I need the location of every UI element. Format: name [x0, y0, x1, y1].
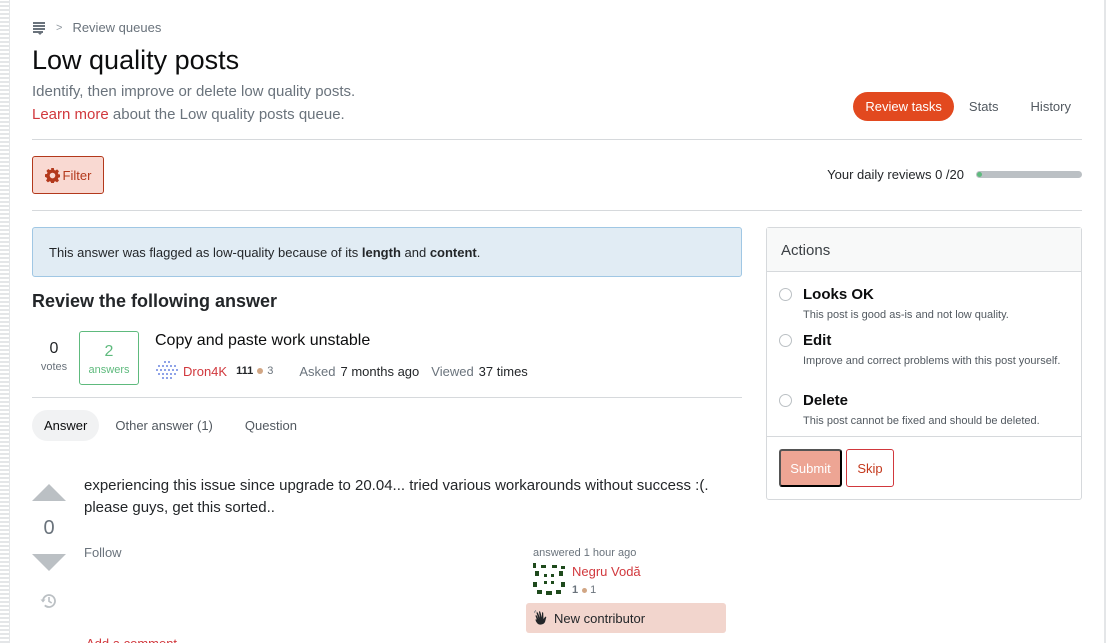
question-answer-count: 2 [104, 343, 114, 360]
daily-reviews-label: Your daily reviews [827, 167, 932, 182]
answer-author-bronze-count: 1 [590, 584, 597, 596]
add-comment-link[interactable]: Add a comment [86, 636, 177, 643]
action-looks-ok[interactable]: Looks OK This post is good as-is and not… [779, 286, 1073, 323]
tab-history[interactable]: History [1020, 92, 1082, 121]
learn-more-line: Learn more about the Low quality posts q… [32, 106, 345, 123]
notice-reason-length: length [361, 245, 401, 260]
delete-radio[interactable] [779, 394, 792, 407]
post-tabs: Answer Other answer (1) Question [32, 410, 309, 441]
edit-title: Edit [803, 332, 832, 349]
learn-more-link[interactable]: Learn more [32, 106, 109, 123]
tab-question[interactable]: Question [233, 410, 309, 441]
question-votes-label: votes [40, 361, 68, 373]
actions-panel: Actions Looks OK This post is good as-is… [766, 227, 1082, 500]
looks-ok-radio[interactable] [779, 288, 792, 301]
tab-answer[interactable]: Answer [32, 410, 100, 441]
tab-other-answer[interactable]: Other answer (1) [103, 410, 225, 441]
answer-user-card: answered 1 hour ago Negru Vodă 1 1 New c… [526, 547, 726, 633]
page-subtitle: Identify, then improve or delete low qua… [32, 83, 356, 100]
answer-body: experiencing this issue since upgrade to… [84, 477, 709, 516]
tab-review-tasks[interactable]: Review tasks [853, 92, 954, 121]
new-contributor-label: New contributor [554, 610, 646, 626]
question-author-reputation: 111 [236, 365, 254, 377]
breadcrumb: > Review queues [32, 20, 161, 35]
filter-button[interactable]: Filter [32, 156, 104, 194]
waving-hand-icon [534, 610, 547, 625]
asked-value: 7 months ago [340, 363, 420, 379]
answered-time: answered 1 hour ago [533, 547, 637, 559]
follow-button[interactable]: Follow [84, 545, 122, 560]
viewed-value: 37 times [478, 363, 528, 379]
question-meta: Dron4K 111 3 Asked 7 months ago Viewed 3… [155, 360, 540, 382]
user-avatar-dron4k[interactable] [155, 360, 179, 382]
answer-author-reputation: 1 [572, 584, 579, 596]
notice-text: This answer was flagged as low-quality b… [49, 245, 362, 260]
notice-text-suffix: . [476, 245, 481, 260]
question-author-bronze-count: 3 [267, 365, 274, 377]
filter-label: Filter [62, 167, 92, 183]
upvote-arrow-icon[interactable] [32, 484, 66, 501]
actions-divider [767, 436, 1081, 437]
looks-ok-desc: This post is good as-is and not low qual… [803, 309, 1009, 321]
looks-ok-title: Looks OK [803, 286, 874, 303]
question-summary: 0 votes 2 answers Copy and paste work un… [32, 330, 742, 398]
chevron-right-icon: > [56, 21, 63, 34]
question-vote-count: 0 [49, 340, 59, 357]
user-avatar-negru-voda[interactable] [533, 563, 565, 595]
action-edit[interactable]: Edit Improve and correct problems with t… [779, 332, 1073, 369]
question-answers-label: answers [88, 364, 130, 376]
review-heading: Review the following answer [32, 291, 278, 311]
page-title: Low quality posts [32, 45, 240, 75]
answer-vote-controls: 0 [32, 484, 66, 616]
question-title-link[interactable]: Copy and paste work unstable [155, 332, 370, 350]
left-sidebar-edge [0, 0, 10, 643]
action-delete[interactable]: Delete This post cannot be fixed and sho… [779, 392, 1073, 429]
answer-score: 0 [43, 517, 55, 539]
new-contributor-badge[interactable]: New contributor [526, 603, 726, 633]
flag-notice: This answer was flagged as low-quality b… [32, 227, 742, 277]
history-icon[interactable] [39, 591, 59, 611]
toolbar-divider [32, 210, 1082, 211]
answer-author-stats: 1 1 [572, 584, 641, 596]
stack-exchange-icon[interactable] [32, 21, 46, 35]
daily-reviews-count: 0 /20 [935, 167, 964, 182]
actions-title: Actions [767, 228, 1081, 272]
header-divider [32, 139, 1082, 140]
gear-icon [44, 167, 60, 183]
daily-reviews-progress [976, 171, 1082, 178]
delete-title: Delete [803, 392, 849, 409]
bronze-badge-icon [257, 368, 264, 374]
learn-more-text: about the Low quality posts queue. [108, 106, 345, 123]
downvote-arrow-icon[interactable] [32, 554, 66, 571]
question-votes: 0 votes [32, 340, 76, 373]
daily-reviews-progress-fill [977, 172, 982, 177]
asked-label: Asked [299, 363, 336, 379]
edit-radio[interactable] [779, 334, 792, 347]
skip-button[interactable]: Skip [846, 449, 894, 487]
notice-text-middle: and [400, 245, 430, 260]
daily-reviews: Your daily reviews 0 /20 [827, 167, 1082, 182]
breadcrumb-review-queues[interactable]: Review queues [72, 20, 161, 35]
question-author-link[interactable]: Dron4K [183, 364, 227, 379]
delete-desc: This post cannot be fixed and should be … [803, 415, 1040, 427]
tab-stats[interactable]: Stats [958, 92, 1010, 121]
queue-nav-tabs: Review tasks Stats History [853, 92, 1082, 121]
bronze-badge-icon [582, 587, 588, 593]
answer-author-link[interactable]: Negru Vodă [572, 564, 641, 579]
edit-desc: Improve and correct problems with this p… [803, 355, 1061, 367]
viewed-label: Viewed [431, 363, 474, 379]
submit-button[interactable]: Submit [779, 449, 842, 487]
notice-reason-content: content [429, 245, 477, 260]
question-answers: 2 answers [79, 331, 139, 385]
